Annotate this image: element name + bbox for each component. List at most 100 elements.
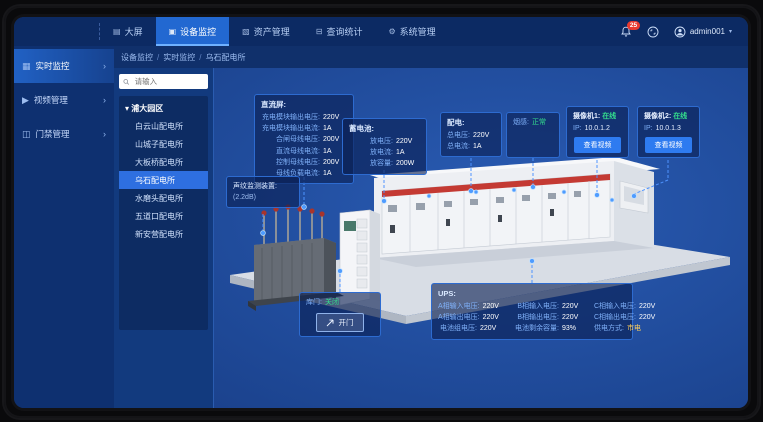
gear-icon: ⚙ (388, 27, 395, 36)
tree-item-station[interactable]: 白云山配电所 (119, 117, 208, 135)
monitor-grid-icon: ▦ (22, 61, 31, 72)
metric-label: 总电压: (447, 130, 470, 141)
camera2-callout: 摄像机2: 在线 IP:10.0.1.3 查看视频 (637, 106, 700, 158)
video-icon: ▶ (22, 95, 29, 106)
topbar-right: 25 admin001 ▾ (620, 17, 748, 46)
chevron-right-icon: › (103, 95, 106, 105)
breadcrumb: 设备监控 / 实时监控 / 乌石配电所 (114, 46, 748, 68)
metric-value: 220V (562, 312, 586, 323)
username: admin001 (690, 27, 725, 36)
door-icon: ◫ (22, 129, 31, 140)
breadcrumb-item-current: 乌石配电所 (205, 52, 245, 63)
notification-bell-button[interactable]: 25 (620, 26, 632, 38)
view-video-button[interactable]: 查看视频 (574, 137, 620, 153)
metric-label: A相输入电压: (438, 301, 480, 312)
metric-label: 控制母线电压: (261, 157, 320, 168)
asset-icon: ▧ (242, 27, 250, 36)
metric-label: A相输出电压: (438, 312, 480, 323)
metric-value: 93% (562, 323, 586, 334)
tab-device-monitor[interactable]: ▣ 设备监控 (156, 17, 230, 46)
sidebar-item-realtime-monitor[interactable]: ▦ 实时监控 › (14, 49, 114, 83)
supply-mode-value: 市电 (627, 323, 651, 334)
tab-query-statistics[interactable]: ⊟ 查询统计 (303, 17, 376, 46)
station-3d-view: 直流屏: 充电模块输出电压:220V 充电模块输出电流:1A 合闸母线电压:20… (214, 68, 748, 408)
camera1-callout: 摄像机1: 在线 IP:10.0.1.2 查看视频 (566, 106, 629, 158)
tree-item-station[interactable]: 大板桥配电所 (119, 153, 208, 171)
sound-monitor-callout: 声纹监测装置: (2.2dB) (226, 176, 300, 208)
user-menu[interactable]: admin001 ▾ (674, 26, 732, 38)
tree-root-node[interactable]: ▾ 浦大园区 (119, 100, 208, 117)
metric-value: 220V (639, 301, 663, 312)
sidebar-item-video-management[interactable]: ▶ 视频管理 › (14, 83, 114, 117)
tab-label: 资产管理 (254, 25, 290, 38)
tree-item-station[interactable]: 山城子配电所 (119, 135, 208, 153)
ups-callout: UPS: A相输入电压:220V B相输入电压:220V C相输入电压:220V… (431, 283, 633, 340)
metric-value: 200W (396, 158, 420, 169)
metric-value: 220V (483, 301, 507, 312)
camera-name: 摄像机2: (644, 113, 671, 120)
fullscreen-button[interactable] (647, 26, 659, 38)
breadcrumb-item[interactable]: 设备监控 (121, 52, 153, 63)
sidebar-item-label: 视频管理 (34, 94, 68, 106)
notification-badge: 25 (627, 21, 640, 30)
door-status: 关闭 (325, 297, 349, 308)
statistics-icon: ⊟ (316, 27, 323, 36)
app-window: ▤ 大屏 ▣ 设备监控 ▧ 资产管理 ⊟ 查询统计 ⚙ 系统管理 (14, 17, 748, 408)
open-door-label: 开门 (338, 317, 353, 328)
distribution-callout: 配电: 总电压:220V 总电流:1A (440, 112, 502, 157)
door-label: 库门: (306, 297, 322, 308)
metric-value: 1A (396, 147, 420, 158)
metric-label: 供电方式: (594, 323, 624, 334)
camera-status: 在线 (673, 113, 687, 120)
ip-value: 10.0.1.3 (656, 125, 681, 132)
ip-label: IP: (573, 125, 582, 132)
ip-value: 10.0.1.2 (585, 125, 610, 132)
metric-value: 220V (480, 323, 504, 334)
tree-item-station[interactable]: 水磨头配电所 (119, 189, 208, 207)
logo-area (14, 17, 100, 46)
breadcrumb-item[interactable]: 实时监控 (163, 52, 195, 63)
smoke-label: 烟感: (513, 117, 529, 128)
sidebar-item-label: 门禁管理 (36, 128, 70, 140)
tree-item-station[interactable]: 新安营配电所 (119, 225, 208, 243)
metric-label: 充电模块输出电压: (261, 112, 320, 123)
station-tree-panel: ▾ 浦大园区 白云山配电所 山城子配电所 大板桥配电所 乌石配电所 水磨头配电所… (114, 68, 214, 408)
camera-status: 在线 (602, 113, 616, 120)
metric-label: C相输入电压: (594, 301, 636, 312)
camera-name: 摄像机1: (573, 113, 600, 120)
tab-dashboard[interactable]: ▤ 大屏 (100, 17, 156, 46)
dashboard-icon: ▤ (113, 27, 121, 36)
breadcrumb-separator: / (199, 53, 201, 62)
tree-item-station[interactable]: 五道口配电所 (119, 207, 208, 225)
battery-title: 蓄电池: (349, 123, 420, 135)
tree-item-station-selected[interactable]: 乌石配电所 (119, 171, 208, 189)
metric-label: 放容量: (349, 158, 393, 169)
fullscreen-icon (647, 26, 659, 38)
breadcrumb-separator: / (157, 53, 159, 62)
app-body: ▦ 实时监控 › ▶ 视频管理 › ◫ 门禁管理 › 设备监控 / 实时监控 / (14, 46, 748, 408)
sound-monitor-value: (2.2dB) (233, 192, 293, 203)
chevron-down-icon: ▾ (729, 28, 732, 35)
metric-label: B相输入电压: (512, 301, 559, 312)
tree-root-label: 浦大园区 (131, 104, 163, 113)
dc-panel-title: 直流屏: (261, 99, 347, 111)
chevron-right-icon: › (103, 129, 106, 139)
metric-value: 220V (562, 301, 586, 312)
chevron-right-icon: › (103, 61, 106, 71)
tab-system-management[interactable]: ⚙ 系统管理 (375, 17, 448, 46)
metric-label: 总电流: (447, 141, 470, 152)
door-callout: 库门: 关闭 开门 (299, 292, 381, 337)
metric-value: 1A (473, 141, 497, 152)
distribution-title: 配电: (447, 117, 495, 129)
content-row: ▾ 浦大园区 白云山配电所 山城子配电所 大板桥配电所 乌石配电所 水磨头配电所… (114, 68, 748, 408)
metric-label: 直流母线电流: (261, 146, 320, 157)
metric-label: B相输出电压: (512, 312, 559, 323)
tab-asset-management[interactable]: ▧ 资产管理 (229, 17, 303, 46)
search-input[interactable] (133, 76, 204, 87)
sidebar-item-access-control[interactable]: ◫ 门禁管理 › (14, 117, 114, 151)
view-video-button[interactable]: 查看视频 (645, 137, 691, 153)
open-door-icon (326, 319, 334, 327)
tab-label: 查询统计 (326, 25, 362, 38)
tab-label: 设备监控 (180, 25, 216, 38)
open-door-button[interactable]: 开门 (316, 313, 365, 332)
